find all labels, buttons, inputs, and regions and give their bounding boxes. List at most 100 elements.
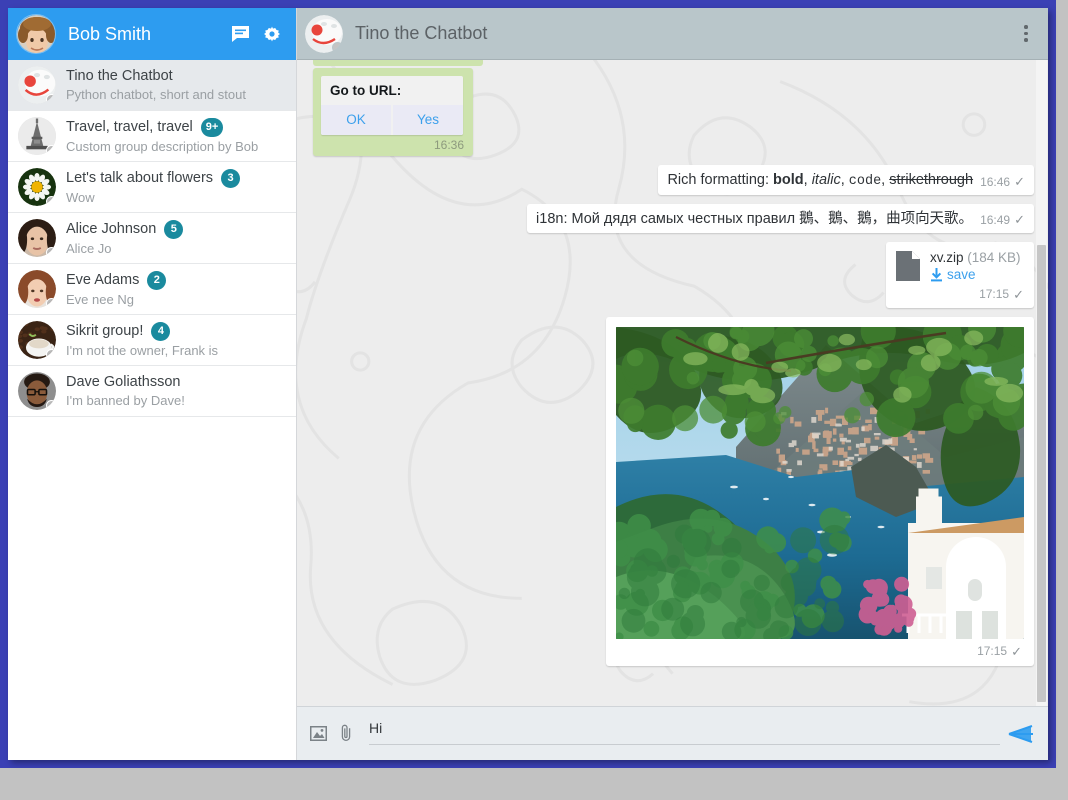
message-row: xv.zip (184 KB) save 17:15 ✓ (313, 242, 1034, 308)
chat-item-text: Alice Johnson 5 Alice Jo (66, 220, 288, 257)
presence-dot (46, 145, 56, 155)
message-list: Go to URL: OK Yes 16:36 Rich formatting:… (313, 60, 1034, 666)
message-row: i18n: Мой дядя самых честных правил 鵝、鵝、… (313, 204, 1034, 233)
text-strikethrough: strikethrough (889, 172, 973, 188)
dot (1024, 38, 1028, 42)
new-message-icon[interactable] (228, 22, 252, 46)
message-text: Rich formatting: bold, italic, code, str… (667, 171, 973, 191)
chat-item-avatar (18, 321, 56, 359)
message-bubble-photo[interactable]: 17:15 ✓ (606, 317, 1034, 666)
chat-item-text: Let's talk about flowers 3 Wow (66, 169, 288, 206)
message-bubble-file[interactable]: xv.zip (184 KB) save 17:15 ✓ (886, 242, 1034, 308)
download-icon (930, 268, 943, 282)
presence-dot (46, 196, 56, 206)
chat-item-title-row: Dave Goliathsson (66, 373, 288, 391)
message-scroll-container[interactable]: Go to URL: OK Yes 16:36 Rich formatting:… (297, 60, 1048, 706)
send-button[interactable] (1006, 719, 1036, 749)
file-name-row: xv.zip (184 KB) (930, 250, 1021, 265)
photo-attachment[interactable] (616, 327, 1024, 639)
chat-list-item[interactable]: Let's talk about flowers 3 Wow (8, 162, 296, 213)
chat-item-preview: I'm banned by Dave! (66, 392, 288, 409)
chat-list-item[interactable]: Eve Adams 2 Eve nee Ng (8, 264, 296, 315)
chat-item-avatar (18, 168, 56, 206)
chat-list-item[interactable]: Tino the Chatbot Python chatbot, short a… (8, 60, 296, 111)
message-bubble-url-dialog[interactable]: Go to URL: OK Yes 16:36 (313, 68, 473, 156)
send-icon-glyph (1008, 723, 1034, 745)
file-save-link[interactable]: save (930, 267, 1021, 282)
dot (1024, 25, 1028, 29)
paperclip-icon[interactable] (335, 723, 357, 745)
unread-badge: 2 (147, 271, 166, 290)
chat-list[interactable]: Tino the Chatbot Python chatbot, short a… (8, 60, 296, 760)
chat-list-item[interactable]: Alice Johnson 5 Alice Jo (8, 213, 296, 264)
message-bubble-rich-formatting[interactable]: Rich formatting: bold, italic, code, str… (658, 165, 1034, 195)
chat-item-name: Let's talk about flowers (66, 169, 213, 187)
message-time: 16:46 (980, 175, 1010, 189)
chat-partner-avatar[interactable] (305, 15, 343, 53)
message-text: i18n: Мой дядя самых честных правил 鵝、鵝、… (536, 210, 973, 229)
chat-header: Tino the Chatbot (297, 8, 1048, 60)
chat-item-text: Sikrit group! 4 I'm not the owner, Frank… (66, 322, 288, 359)
chat-item-avatar (18, 219, 56, 257)
message-bubble-text[interactable]: i18n: Мой дядя самых честных правил 鵝、鵝、… (527, 204, 1034, 233)
image-icon[interactable] (307, 723, 329, 745)
chat-item-name: Eve Adams (66, 271, 139, 289)
url-dialog-ok-button[interactable]: OK (321, 105, 391, 135)
presence-dot (46, 349, 56, 359)
message-scrollbar[interactable] (1036, 60, 1047, 706)
chat-item-preview: Alice Jo (66, 240, 288, 257)
bubble-content: i18n: Мой дядя самых честных правил 鵝、鵝、… (527, 204, 1034, 233)
chat-list-item[interactable]: Dave Goliathsson I'm banned by Dave! (8, 366, 296, 417)
bubble-content: Rich formatting: bold, italic, code, str… (658, 165, 1034, 195)
presence-dot (332, 42, 343, 53)
sidebar: Bob Smith Tino the Chatbot Python chatbo… (8, 8, 297, 760)
chat-item-preview: Custom group description by Bob (66, 138, 288, 155)
chat-item-title-row: Let's talk about flowers 3 (66, 169, 288, 188)
clipped-previous-message (313, 60, 483, 66)
file-size: (184 KB) (967, 250, 1020, 265)
chat-item-text: Dave Goliathsson I'm banned by Dave! (66, 373, 288, 409)
message-composer (297, 706, 1048, 760)
chat-item-preview: Python chatbot, short and stout (66, 86, 288, 103)
chat-item-name: Alice Johnson (66, 220, 156, 238)
text-bold: bold (773, 172, 804, 188)
app-window: Bob Smith Tino the Chatbot Python chatbo… (8, 8, 1048, 760)
chat-item-title-row: Sikrit group! 4 (66, 322, 288, 341)
message-time: 17:15 (977, 644, 1007, 660)
app-window-frame: Bob Smith Tino the Chatbot Python chatbo… (0, 0, 1056, 768)
scrollbar-thumb[interactable] (1037, 245, 1046, 702)
paperclip-glyph (339, 724, 354, 743)
chat-item-avatar (18, 66, 56, 104)
chat-item-preview: I'm not the owner, Frank is (66, 342, 288, 359)
message-area: Go to URL: OK Yes 16:36 Rich formatting:… (297, 60, 1048, 706)
url-dialog-yes-button[interactable]: Yes (393, 105, 463, 135)
message-meta: 16:46 ✓ (980, 174, 1025, 191)
chat-item-name: Travel, travel, travel (66, 118, 193, 136)
chat-item-title-row: Travel, travel, travel 9+ (66, 118, 288, 137)
chat-bubble-glyph (231, 25, 250, 43)
file-name: xv.zip (930, 250, 964, 265)
chat-list-item[interactable]: Sikrit group! 4 I'm not the owner, Frank… (8, 315, 296, 366)
coastal-town-photo-image (616, 327, 1024, 639)
chat-menu-button[interactable] (1014, 19, 1038, 49)
document-glyph (895, 250, 921, 282)
text-italic: italic (812, 172, 841, 188)
presence-dot (46, 298, 56, 308)
chat-item-avatar (18, 372, 56, 410)
current-user-avatar[interactable] (16, 14, 56, 54)
settings-gear-icon[interactable] (260, 22, 284, 46)
sidebar-header: Bob Smith (8, 8, 296, 60)
url-dialog-title: Go to URL: (321, 76, 463, 105)
chat-list-item[interactable]: Travel, travel, travel 9+ Custom group d… (8, 111, 296, 162)
document-icon (895, 250, 921, 282)
file-info: xv.zip (184 KB) save (930, 250, 1021, 282)
message-input[interactable] (369, 717, 1000, 745)
save-label: save (947, 267, 976, 282)
chat-item-text: Travel, travel, travel 9+ Custom group d… (66, 118, 288, 155)
image-glyph (310, 726, 327, 741)
chat-item-preview: Wow (66, 189, 288, 206)
message-time: 17:15 (979, 287, 1009, 303)
message-time: 16:49 (980, 213, 1010, 227)
url-dialog-card: Go to URL: OK Yes (321, 76, 463, 135)
file-content: xv.zip (184 KB) save (886, 242, 1034, 286)
